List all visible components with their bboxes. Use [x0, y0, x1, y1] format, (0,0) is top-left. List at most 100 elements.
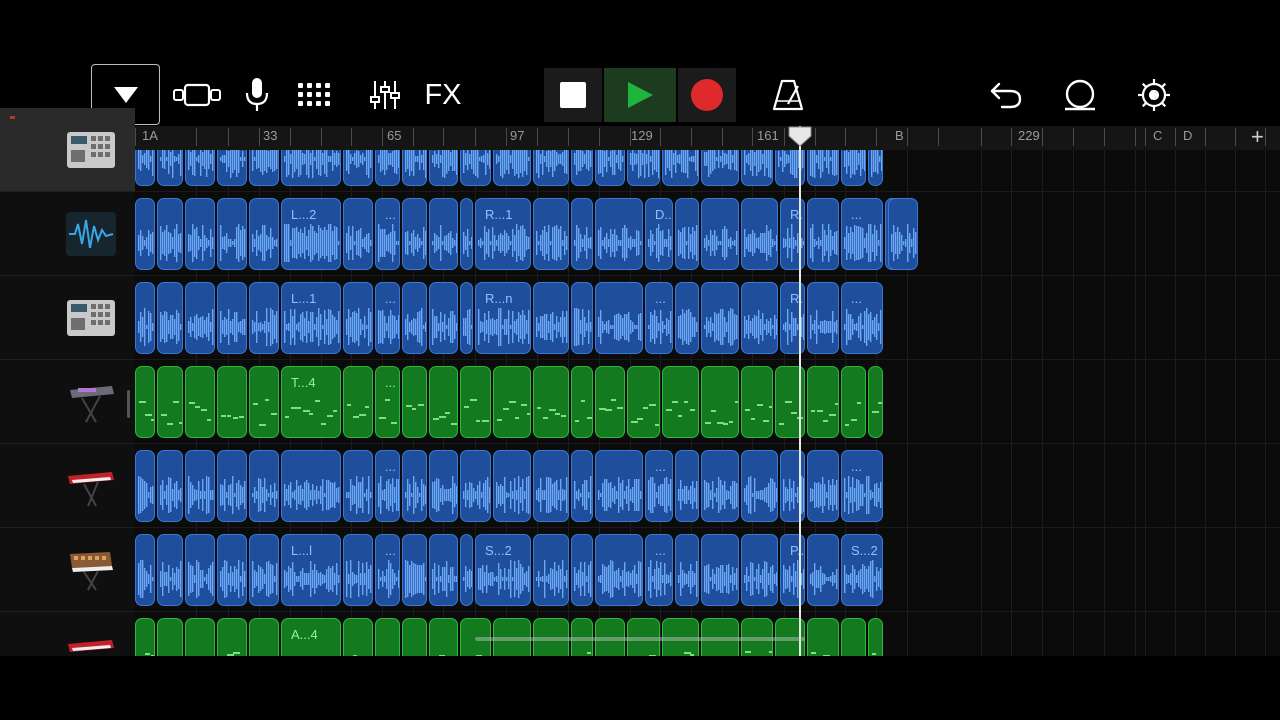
audio-region[interactable] — [701, 198, 739, 270]
audio-region[interactable] — [157, 534, 183, 606]
midi-region[interactable]: ... — [375, 366, 400, 438]
audio-region[interactable] — [249, 198, 279, 270]
track-header-5[interactable] — [0, 444, 135, 528]
audio-region[interactable]: ... — [645, 282, 673, 354]
audio-region[interactable] — [701, 450, 739, 522]
track-view-button[interactable] — [171, 68, 225, 122]
midi-region[interactable] — [185, 618, 215, 656]
midi-region[interactable] — [868, 366, 883, 438]
audio-region[interactable] — [741, 150, 773, 186]
audio-region[interactable] — [185, 450, 215, 522]
audio-region[interactable] — [135, 282, 155, 354]
track-header-1[interactable] — [0, 108, 135, 192]
audio-region[interactable] — [343, 282, 373, 354]
track-header-7[interactable] — [0, 612, 135, 656]
audio-region[interactable]: ... — [841, 282, 883, 354]
audio-region[interactable] — [807, 150, 839, 186]
audio-region[interactable]: ... — [375, 282, 400, 354]
audio-region[interactable]: R...n — [475, 282, 531, 354]
midi-region[interactable] — [135, 366, 155, 438]
audio-region[interactable] — [571, 150, 593, 186]
audio-region[interactable]: ... — [841, 450, 883, 522]
playhead[interactable] — [799, 126, 801, 656]
midi-region[interactable] — [343, 618, 373, 656]
audio-region[interactable] — [571, 534, 593, 606]
midi-region[interactable] — [868, 618, 883, 656]
audio-region[interactable] — [135, 198, 155, 270]
audio-region[interactable] — [533, 198, 569, 270]
audio-region[interactable]: S...2 — [841, 534, 883, 606]
audio-region[interactable] — [281, 450, 341, 522]
midi-region[interactable] — [135, 618, 155, 656]
audio-region[interactable] — [429, 150, 458, 186]
audio-region[interactable] — [249, 534, 279, 606]
audio-region[interactable] — [343, 150, 373, 186]
audio-region[interactable] — [662, 150, 699, 186]
midi-region[interactable] — [741, 366, 773, 438]
audio-region[interactable]: ... — [375, 450, 400, 522]
audio-region[interactable]: P...3 — [780, 534, 805, 606]
audio-region[interactable] — [807, 282, 839, 354]
audio-region[interactable] — [185, 150, 215, 186]
midi-region[interactable] — [807, 366, 839, 438]
loop-button[interactable] — [1060, 68, 1100, 122]
audio-region[interactable] — [701, 282, 739, 354]
midi-region[interactable] — [217, 618, 247, 656]
track-header-3[interactable] — [0, 276, 135, 360]
track-header-4[interactable] — [0, 360, 135, 444]
timeline-ruler[interactable]: 1A 33 65 97 129 161 B 229 C D + — [135, 126, 1280, 151]
audio-region[interactable] — [402, 282, 427, 354]
audio-region[interactable] — [135, 450, 155, 522]
audio-region[interactable]: L...1 — [281, 282, 341, 354]
midi-region[interactable] — [701, 366, 739, 438]
audio-region[interactable] — [135, 534, 155, 606]
play-button[interactable] — [604, 68, 676, 122]
audio-region[interactable] — [460, 534, 473, 606]
audio-region[interactable] — [741, 198, 778, 270]
audio-region[interactable] — [249, 282, 279, 354]
audio-region[interactable] — [460, 282, 473, 354]
audio-region[interactable] — [675, 282, 699, 354]
audio-region[interactable]: ... — [645, 450, 673, 522]
audio-region[interactable] — [741, 282, 778, 354]
audio-region[interactable]: ... — [375, 534, 400, 606]
audio-region[interactable] — [675, 450, 699, 522]
audio-region[interactable] — [402, 534, 427, 606]
audio-region[interactable]: R...n — [780, 282, 805, 354]
audio-region[interactable] — [343, 198, 373, 270]
audio-region[interactable] — [841, 150, 866, 186]
midi-region[interactable] — [402, 618, 427, 656]
midi-region[interactable] — [343, 366, 373, 438]
audio-region[interactable] — [807, 198, 839, 270]
horizontal-scrollbar[interactable] — [475, 637, 805, 641]
audio-region[interactable] — [493, 150, 531, 186]
audio-region[interactable] — [571, 198, 593, 270]
audio-region[interactable] — [185, 534, 215, 606]
audio-region[interactable]: ... — [375, 198, 400, 270]
audio-region[interactable] — [807, 534, 839, 606]
audio-region[interactable] — [429, 450, 458, 522]
audio-region[interactable] — [429, 534, 458, 606]
audio-region[interactable] — [343, 534, 373, 606]
audio-region[interactable] — [595, 282, 643, 354]
audio-region[interactable] — [217, 534, 247, 606]
audio-region[interactable]: R...1 — [475, 198, 531, 270]
audio-region[interactable] — [157, 450, 183, 522]
track-area[interactable]: L...2... R...1 D...1 R...1... L...1... R...n.… — [135, 150, 1280, 656]
audio-region[interactable]: S...2 — [475, 534, 531, 606]
audio-region[interactable] — [868, 150, 883, 186]
audio-region[interactable] — [780, 450, 805, 522]
audio-region[interactable] — [595, 450, 643, 522]
settings-button[interactable] — [1134, 68, 1174, 122]
audio-region[interactable]: D...1 — [645, 198, 673, 270]
midi-region[interactable] — [375, 618, 400, 656]
audio-region[interactable] — [460, 450, 491, 522]
audio-region[interactable] — [701, 150, 739, 186]
audio-region[interactable]: L...2 — [281, 198, 341, 270]
metronome-button[interactable] — [768, 68, 808, 122]
audio-region[interactable] — [888, 198, 918, 270]
midi-region[interactable] — [627, 366, 660, 438]
audio-region[interactable] — [343, 450, 373, 522]
track-header-6[interactable] — [0, 528, 135, 612]
audio-region[interactable] — [217, 282, 247, 354]
